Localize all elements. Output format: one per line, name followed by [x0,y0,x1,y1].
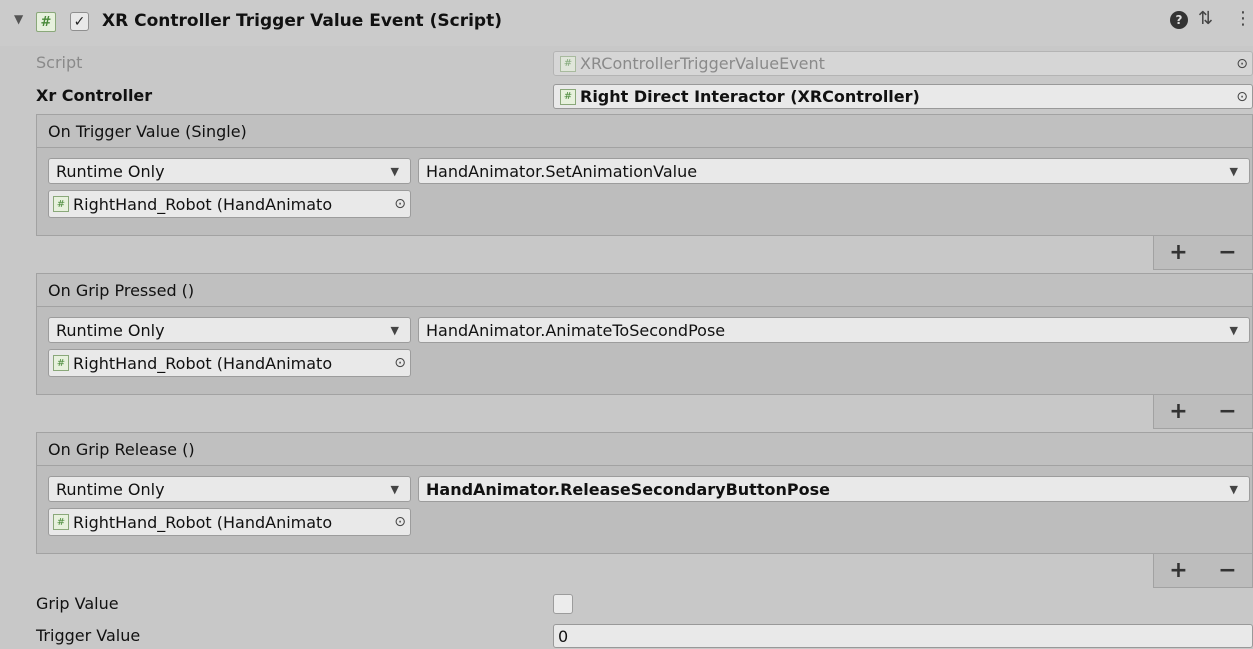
event-header[interactable]: On Grip Release () [36,432,1253,466]
foldout-triangle-icon[interactable]: ▼ [14,12,23,26]
script-field: # XRControllerTriggerValueEvent ⊙ [553,51,1253,76]
call-state-dropdown[interactable]: Runtime Only ▼ [48,317,411,343]
chevron-down-icon: ▼ [390,323,399,337]
chevron-down-icon: ▼ [390,482,399,496]
trigger-value-label: Trigger Value [36,626,141,645]
chevron-down-icon: ▼ [1229,323,1238,337]
chevron-down-icon: ▼ [1229,164,1238,178]
function-value: HandAnimator.SetAnimationValue [426,161,698,181]
call-state-value: Runtime Only [56,320,165,340]
function-value: HandAnimator.AnimateToSecondPose [426,320,726,340]
remove-button[interactable]: − [1218,240,1236,265]
target-object-value: RightHand_Robot (HandAnimato [73,512,333,532]
event-header[interactable]: On Grip Pressed () [36,273,1253,307]
checkmark-icon: ✓ [73,13,86,30]
component-header: ▼ # ✓ XR Controller Trigger Value Event … [0,0,1253,46]
component-title: XR Controller Trigger Value Event (Scrip… [102,11,502,31]
csharp-script-icon: # [53,355,69,371]
event-body: Runtime Only ▼ HandAnimator.ReleaseSecon… [36,466,1253,554]
call-state-value: Runtime Only [56,161,165,181]
script-field-value: XRControllerTriggerValueEvent [580,54,825,73]
object-picker-icon[interactable]: ⊙ [1236,89,1248,105]
script-label: Script [36,53,83,72]
csharp-script-icon: # [36,12,56,32]
trigger-value-input[interactable]: 0 [553,624,1253,648]
csharp-script-icon: # [53,514,69,530]
component-enabled-checkbox[interactable]: ✓ [70,12,89,31]
target-object-value: RightHand_Robot (HandAnimato [73,194,333,214]
add-button[interactable]: + [1169,558,1187,583]
xr-controller-field[interactable]: # Right Direct Interactor (XRController)… [553,84,1253,109]
event-header[interactable]: On Trigger Value (Single) [36,114,1253,148]
function-dropdown[interactable]: HandAnimator.AnimateToSecondPose ▼ [418,317,1250,343]
function-value: HandAnimator.ReleaseSecondaryButtonPose [426,479,830,499]
object-picker-icon: ⊙ [1236,55,1248,72]
target-object-value: RightHand_Robot (HandAnimato [73,353,333,373]
xr-controller-value: Right Direct Interactor (XRController) [580,87,920,106]
call-state-dropdown[interactable]: Runtime Only ▼ [48,158,411,184]
add-button[interactable]: + [1169,399,1187,424]
call-state-dropdown[interactable]: Runtime Only ▼ [48,476,411,502]
kebab-menu-icon[interactable]: ⋮ [1234,8,1252,29]
target-object-field[interactable]: # RightHand_Robot (HandAnimato ⊙ [48,190,411,218]
grip-value-label: Grip Value [36,594,119,613]
presets-icon[interactable]: ⇅ [1198,8,1213,29]
add-button[interactable]: + [1169,240,1187,265]
call-state-value: Runtime Only [56,479,165,499]
grip-value-checkbox[interactable] [553,594,573,614]
list-footer: + − [1153,395,1253,429]
event-body: Runtime Only ▼ HandAnimator.SetAnimation… [36,148,1253,236]
xr-controller-label: Xr Controller [36,86,153,105]
chevron-down-icon: ▼ [390,164,399,178]
target-object-field[interactable]: # RightHand_Robot (HandAnimato ⊙ [48,508,411,536]
object-picker-icon[interactable]: ⊙ [394,514,406,530]
event-body: Runtime Only ▼ HandAnimator.AnimateToSec… [36,307,1253,395]
help-icon[interactable]: ? [1170,11,1188,29]
remove-button[interactable]: − [1218,399,1236,424]
list-footer: + − [1153,236,1253,270]
chevron-down-icon: ▼ [1229,482,1238,496]
function-dropdown[interactable]: HandAnimator.SetAnimationValue ▼ [418,158,1250,184]
list-footer: + − [1153,554,1253,588]
csharp-script-icon: # [560,88,576,105]
object-picker-icon[interactable]: ⊙ [394,196,406,212]
function-dropdown[interactable]: HandAnimator.ReleaseSecondaryButtonPose … [418,476,1250,502]
object-picker-icon[interactable]: ⊙ [394,355,406,371]
csharp-script-icon: # [53,196,69,212]
trigger-value-text: 0 [558,626,569,646]
remove-button[interactable]: − [1218,558,1236,583]
target-object-field[interactable]: # RightHand_Robot (HandAnimato ⊙ [48,349,411,377]
csharp-script-icon: # [560,55,576,72]
